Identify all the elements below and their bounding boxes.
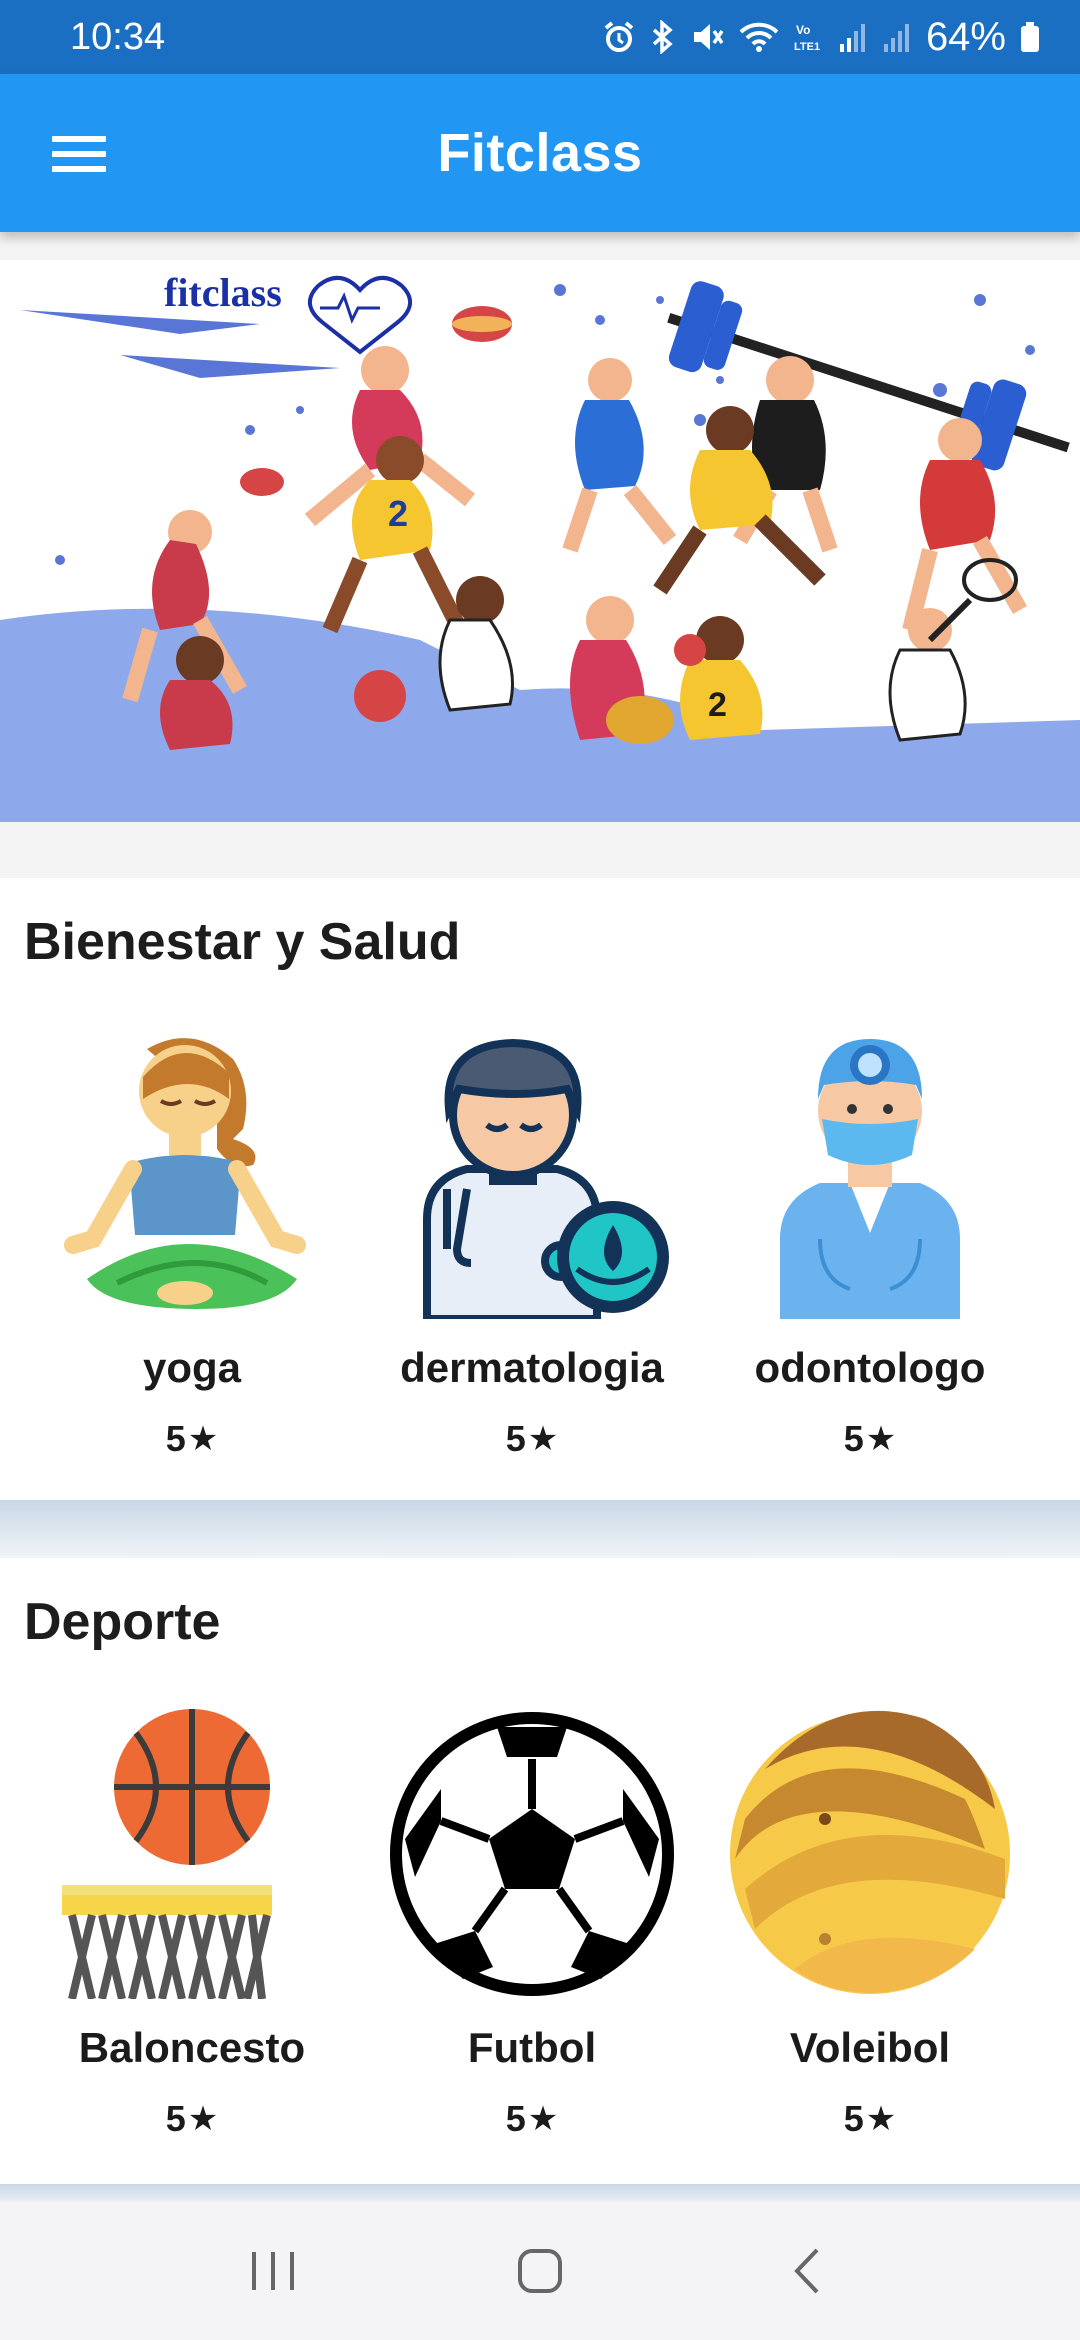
category-name: yoga — [142, 1344, 242, 1391]
category-card-futbol[interactable]: Futbol 5 ★ — [362, 1704, 702, 2140]
category-card-dermatologia[interactable]: dermatologia 5 ★ — [362, 1024, 702, 1460]
star-icon: ★ — [865, 2100, 897, 2138]
bluetooth-icon — [652, 20, 673, 54]
alarm-icon — [604, 21, 634, 52]
wifi-icon — [739, 22, 779, 52]
category-name: Voleibol — [789, 2024, 951, 2071]
banner-logo-text: fitclass — [164, 270, 282, 315]
signal-icon-2 — [883, 24, 909, 52]
section-divider — [0, 1500, 1080, 1556]
star-icon: ★ — [187, 1420, 219, 1458]
category-card-odontologo[interactable]: odontologo 5 ★ — [700, 1024, 1040, 1460]
svg-text:2: 2 — [388, 493, 408, 534]
section-deporte: Deporte Baloncesto 5 ★ Futbol 5 ★ Voleib… — [0, 1558, 1080, 2184]
section-bienestar-y-salud: Bienestar y Salud yoga 5 ★ dermatologia … — [0, 878, 1080, 1500]
category-rating: 5 ★ — [165, 2098, 219, 2139]
signal-icon — [839, 24, 865, 52]
system-nav-bar — [0, 2202, 1080, 2340]
section-title: Bienestar y Salud — [24, 913, 461, 971]
volte-icon: Vo LTE1 — [794, 23, 820, 53]
category-name: dermatologia — [400, 1344, 664, 1391]
app-bar: Fitclass — [0, 74, 1080, 232]
category-rating: 5 ★ — [843, 1418, 897, 1459]
battery-icon — [1021, 22, 1039, 52]
category-name: Futbol — [467, 2024, 597, 2071]
category-rating: 5 ★ — [505, 1418, 559, 1459]
home-icon[interactable] — [490, 2221, 590, 2321]
basketball-icon — [22, 1704, 362, 2004]
volleyball-icon — [700, 1704, 1040, 2004]
hamburger-menu-icon[interactable] — [52, 136, 106, 172]
mute-icon — [693, 24, 724, 50]
star-icon: ★ — [187, 2100, 219, 2138]
screen: 10:34 Vo LTE1 64% Fitclass fitclass 2 2 … — [0, 0, 1080, 2340]
star-icon: ★ — [865, 1420, 897, 1458]
soccer-ball-icon — [362, 1704, 702, 2004]
category-name: Baloncesto — [78, 2024, 306, 2071]
dentist-icon — [700, 1024, 1040, 1324]
heart-logo-icon — [308, 276, 412, 355]
category-rating: 5 ★ — [505, 2098, 559, 2139]
star-icon: ★ — [527, 2100, 559, 2138]
status-bar: 10:34 Vo LTE1 64% — [0, 0, 1080, 74]
category-card-yoga[interactable]: yoga 5 ★ — [22, 1024, 362, 1460]
section-title: Deporte — [24, 1593, 221, 1651]
category-card-baloncesto[interactable]: Baloncesto 5 ★ — [22, 1704, 362, 2140]
recent-apps-icon[interactable] — [223, 2221, 323, 2321]
svg-text:Vo: Vo — [796, 23, 810, 37]
section-divider — [0, 2184, 1080, 2204]
back-icon[interactable] — [757, 2221, 857, 2321]
status-icons: Vo LTE1 64% — [602, 15, 1040, 60]
category-card-voleibol[interactable]: Voleibol 5 ★ — [700, 1704, 1040, 2140]
category-name: odontologo — [754, 1344, 986, 1391]
banner-image: fitclass 2 2 — [0, 260, 1080, 822]
app-title: Fitclass — [437, 123, 643, 183]
star-icon: ★ — [527, 1420, 559, 1458]
svg-text:LTE1: LTE1 — [794, 41, 820, 53]
status-time: 10:34 — [70, 15, 166, 58]
dermatologist-icon — [362, 1024, 702, 1324]
category-rating: 5 ★ — [843, 2098, 897, 2139]
svg-text:2: 2 — [708, 686, 727, 724]
sports-illustration: fitclass 2 2 — [0, 270, 1080, 822]
battery-level: 64% — [925, 14, 1006, 59]
category-rating: 5 ★ — [165, 1418, 219, 1459]
yoga-icon — [22, 1024, 362, 1324]
